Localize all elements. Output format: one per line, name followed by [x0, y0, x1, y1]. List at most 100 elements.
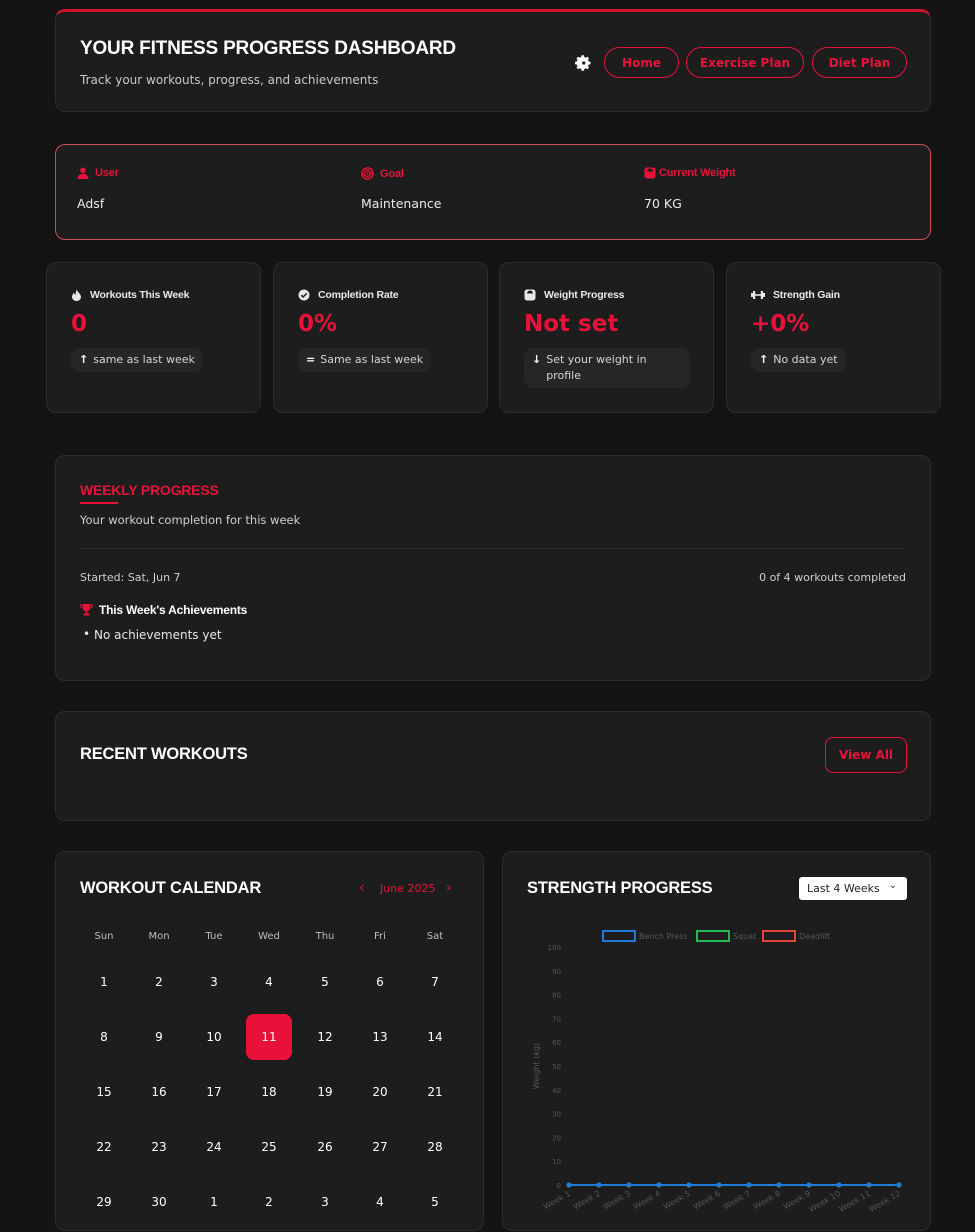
- calendar-day[interactable]: 29: [81, 1179, 127, 1225]
- calendar-day[interactable]: 3: [302, 1179, 348, 1225]
- weekly-progress-subtitle: Your workout completion for this week: [80, 513, 301, 527]
- calendar-day[interactable]: 1: [81, 959, 127, 1005]
- x-tick-label: Week 7: [722, 1189, 752, 1212]
- calendar-day[interactable]: 7: [412, 959, 458, 1005]
- stat-label-text: Completion Rate: [318, 289, 399, 301]
- x-tick-label: Week 4: [632, 1189, 662, 1212]
- calendar-day[interactable]: 10: [191, 1014, 237, 1060]
- goal-value: Maintenance: [361, 196, 442, 211]
- home-button[interactable]: Home: [604, 47, 679, 78]
- weekday-header: Mon: [148, 931, 170, 942]
- calendar-day[interactable]: 16: [136, 1069, 182, 1115]
- legend-swatch: [602, 930, 636, 942]
- calendar-day[interactable]: 9: [136, 1014, 182, 1060]
- calendar-day[interactable]: 28: [412, 1124, 458, 1170]
- calendar-day[interactable]: 2: [246, 1179, 292, 1225]
- series-point: [896, 1182, 902, 1188]
- next-month-button[interactable]: ›: [446, 880, 452, 896]
- calendar-day[interactable]: 24: [191, 1124, 237, 1170]
- gear-icon[interactable]: [574, 54, 592, 72]
- user-label-text: User: [95, 167, 119, 179]
- calendar-day[interactable]: 25: [246, 1124, 292, 1170]
- weight-scale-icon: [644, 167, 656, 179]
- calendar-day[interactable]: 18: [246, 1069, 292, 1115]
- series-point: [626, 1182, 632, 1188]
- achievements-title: This Week's Achievements: [99, 603, 248, 617]
- stat-note: same as last week: [93, 353, 195, 366]
- x-tick-label: Week 8: [752, 1189, 782, 1212]
- stat-note: No data yet: [773, 353, 838, 366]
- stat-trend-chip: ↓ Set your weight in profile: [524, 348, 690, 388]
- fire-icon: [72, 289, 81, 301]
- calendar-day[interactable]: 8: [81, 1014, 127, 1060]
- stat-label-text: Weight Progress: [544, 289, 625, 301]
- stat-value: 0%: [298, 311, 338, 337]
- calendar-day[interactable]: 2: [136, 959, 182, 1005]
- legend-label: Deadlift: [799, 932, 830, 941]
- workout-calendar-card: WORKOUT CALENDAR ‹ June 2025 › Sun Mon Tue…: [55, 851, 484, 1231]
- y-tick-label: 40: [552, 1087, 561, 1095]
- stat-value: Not set: [524, 311, 619, 337]
- range-select[interactable]: Last 4 Weeks ⌄: [799, 877, 907, 900]
- series-point: [686, 1182, 692, 1188]
- y-tick-label: 50: [552, 1063, 561, 1071]
- series-point: [596, 1182, 602, 1188]
- legend-label: Bench Press: [639, 932, 688, 941]
- calendar-day[interactable]: 23: [136, 1124, 182, 1170]
- user-value: Adsf: [77, 196, 105, 211]
- calendar-day[interactable]: 5: [302, 959, 348, 1005]
- calendar-day[interactable]: 6: [357, 959, 403, 1005]
- view-all-button[interactable]: View All: [825, 737, 907, 773]
- calendar-day[interactable]: 4: [246, 959, 292, 1005]
- calendar-day[interactable]: 13: [357, 1014, 403, 1060]
- stat-label: Workouts This Week: [71, 289, 189, 301]
- y-tick-label: 20: [552, 1134, 561, 1142]
- legend-swatch: [762, 930, 796, 942]
- calendar-day[interactable]: 20: [357, 1069, 403, 1115]
- calendar-day[interactable]: 3: [191, 959, 237, 1005]
- x-tick-label: Week 3: [602, 1189, 632, 1212]
- diet-plan-button[interactable]: Diet Plan: [812, 47, 907, 78]
- series-point: [836, 1182, 842, 1188]
- y-tick-label: 100: [548, 944, 561, 952]
- strength-progress-title: STRENGTH PROGRESS: [527, 879, 713, 897]
- chevron-down-icon: ⌄: [888, 880, 897, 891]
- weight-label-text: Current Weight: [659, 167, 736, 179]
- page-subtitle: Track your workouts, progress, and achie…: [80, 73, 379, 87]
- goal-label-text: Goal: [380, 167, 404, 180]
- recent-workouts-card: RECENT WORKOUTS View All: [55, 711, 931, 821]
- weekday-header: Tue: [205, 931, 223, 942]
- calendar-day[interactable]: 27: [357, 1124, 403, 1170]
- y-tick-label: 10: [552, 1158, 561, 1166]
- calendar-day[interactable]: 21: [412, 1069, 458, 1115]
- stat-label: Completion Rate: [298, 289, 399, 301]
- series-point: [566, 1182, 572, 1188]
- week-started-text: Started: Sat, Jun 7: [80, 571, 181, 584]
- stat-label: Weight Progress: [524, 289, 624, 301]
- exercise-plan-button[interactable]: Exercise Plan: [686, 47, 804, 78]
- series-point: [746, 1182, 752, 1188]
- calendar-day[interactable]: 14: [412, 1014, 458, 1060]
- calendar-day[interactable]: 1: [191, 1179, 237, 1225]
- calendar-day[interactable]: 17: [191, 1069, 237, 1115]
- calendar-day[interactable]: 19: [302, 1069, 348, 1115]
- calendar-day[interactable]: 12: [302, 1014, 348, 1060]
- x-tick-label: Week 12: [868, 1189, 902, 1214]
- y-tick-label: 0: [557, 1182, 561, 1190]
- calendar-day[interactable]: 15: [81, 1069, 127, 1115]
- x-tick-label: Week 5: [662, 1189, 692, 1212]
- stat-card-weight: Weight Progress Not set ↓ Set your weigh…: [499, 262, 714, 413]
- calendar-day[interactable]: 30: [136, 1179, 182, 1225]
- check-circle-icon: [298, 289, 310, 301]
- prev-month-button[interactable]: ‹: [359, 880, 365, 896]
- calendar-day-today[interactable]: 11: [246, 1014, 292, 1060]
- strength-progress-card: Bench Press Squat Deadlift 0 10 20 30 40 50 60 70 8…: [502, 851, 931, 1231]
- series-point: [656, 1182, 662, 1188]
- weight-label: Current Weight: [644, 167, 736, 179]
- series-point: [716, 1182, 722, 1188]
- calendar-day[interactable]: 5: [412, 1179, 458, 1225]
- stat-note: Same as last week: [320, 353, 424, 366]
- calendar-day[interactable]: 26: [302, 1124, 348, 1170]
- calendar-day[interactable]: 4: [357, 1179, 403, 1225]
- calendar-day[interactable]: 22: [81, 1124, 127, 1170]
